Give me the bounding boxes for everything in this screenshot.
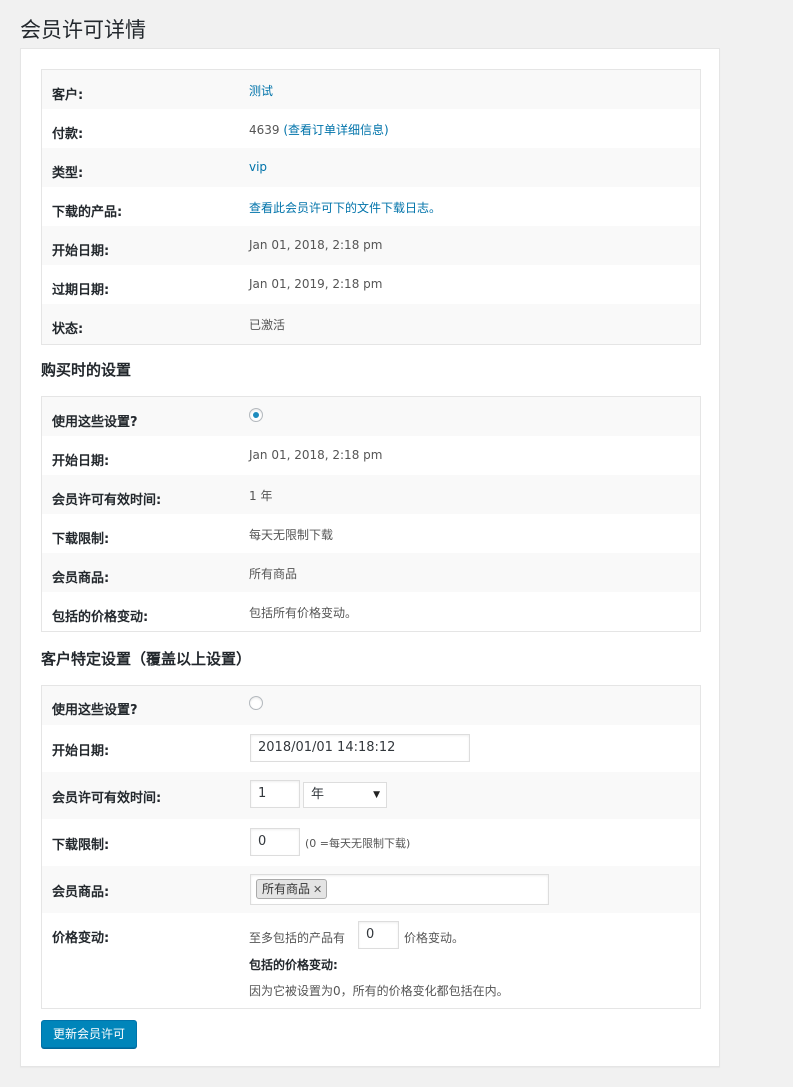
page-title: 会员许可详情 xyxy=(20,18,146,42)
customer-link[interactable]: 测试 xyxy=(249,82,273,99)
customer-row-products: 会员商品: 所有商品 ✕ xyxy=(42,866,700,913)
setting-value: 包括所有价格变动。 xyxy=(249,606,358,620)
payment-id: 4639 xyxy=(249,123,284,137)
purchase-row-products: 会员商品: 所有商品 xyxy=(42,553,700,592)
setting-label: 会员许可有效时间: xyxy=(52,791,162,806)
included-variations-label: 包括的价格变动: xyxy=(249,958,338,972)
setting-label: 会员许可有效时间: xyxy=(52,493,162,508)
detail-row-status: 状态: 已激活 xyxy=(42,304,700,344)
license-details-table: 客户: 测试 付款: 4639 (查看订单详细信息) 类型: vip 下载的产品… xyxy=(41,69,701,345)
variations-suffix: 价格变动。 xyxy=(404,931,465,945)
purchase-settings-title: 购买时的设置 xyxy=(41,361,132,379)
setting-label: 下载限制: xyxy=(52,838,110,853)
use-customer-settings-radio[interactable] xyxy=(249,696,263,710)
setting-label: 价格变动: xyxy=(52,931,110,946)
detail-row-expiry-date: 过期日期: Jan 01, 2019, 2:18 pm xyxy=(42,265,700,304)
setting-label: 会员商品: xyxy=(52,571,110,586)
duration-unit-value: 年 xyxy=(311,787,325,802)
purchase-row-start-date: 开始日期: Jan 01, 2018, 2:18 pm xyxy=(42,436,700,475)
update-license-button[interactable]: 更新会员许可 xyxy=(41,1020,138,1048)
payment-value: 4639 (查看订单详细信息) xyxy=(249,121,389,138)
type-link[interactable]: vip xyxy=(249,160,267,174)
setting-value: 每天无限制下载 xyxy=(249,528,334,542)
customer-row-start-date: 开始日期: 2018/01/01 14:18:12 xyxy=(42,725,700,772)
customer-settings-form: 使用这些设置? 开始日期: 2018/01/01 14:18:12 会员许可有效… xyxy=(41,685,701,1009)
setting-label: 开始日期: xyxy=(52,454,110,469)
customer-row-download-limit: 下载限制: 0 (0 =每天无限制下载) xyxy=(42,819,700,866)
setting-label: 使用这些设置? xyxy=(52,415,138,430)
setting-value: Jan 01, 2018, 2:18 pm xyxy=(249,448,383,462)
status-value: 已激活 xyxy=(249,318,286,332)
customer-settings-title: 客户特定设置（覆盖以上设置） xyxy=(41,650,252,668)
remove-tag-icon[interactable]: ✕ xyxy=(313,883,322,896)
detail-row-customer: 客户: 测试 xyxy=(42,70,700,109)
duration-unit-select[interactable]: 年 ▼ xyxy=(303,782,387,808)
customer-row-variations: 价格变动: 至多包括的产品有 0 价格变动。 包括的价格变动: 因为它被设置为0… xyxy=(42,913,700,1008)
variations-input[interactable]: 0 xyxy=(358,921,399,949)
start-date-input[interactable]: 2018/01/01 14:18:12 xyxy=(250,734,470,762)
variations-prefix: 至多包括的产品有 xyxy=(249,931,346,945)
setting-value: 所有商品 xyxy=(249,567,298,581)
expiry-date-value: Jan 01, 2019, 2:18 pm xyxy=(249,277,383,291)
detail-label: 客户: xyxy=(52,88,84,103)
purchase-settings-table: 使用这些设置? 开始日期: Jan 01, 2018, 2:18 pm 会员许可… xyxy=(41,396,701,632)
download-log-link[interactable]: 查看此会员许可下的文件下载日志。 xyxy=(249,199,441,216)
products-multiselect[interactable]: 所有商品 ✕ xyxy=(250,874,549,905)
detail-label: 下载的产品: xyxy=(52,205,123,220)
setting-label: 使用这些设置? xyxy=(52,703,138,718)
view-order-link[interactable]: (查看订单详细信息) xyxy=(283,123,388,137)
detail-label: 付款: xyxy=(52,127,84,142)
purchase-row-download-limit: 下载限制: 每天无限制下载 xyxy=(42,514,700,553)
detail-row-payment: 付款: 4639 (查看订单详细信息) xyxy=(42,109,700,148)
detail-row-downloads: 下载的产品: 查看此会员许可下的文件下载日志。 xyxy=(42,187,700,226)
license-details-panel: 客户: 测试 付款: 4639 (查看订单详细信息) 类型: vip 下载的产品… xyxy=(20,48,720,1067)
detail-label: 开始日期: xyxy=(52,244,110,259)
duration-input[interactable]: 1 xyxy=(250,780,300,808)
detail-row-type: 类型: vip xyxy=(42,148,700,187)
product-tag: 所有商品 ✕ xyxy=(256,879,328,899)
detail-row-start-date: 开始日期: Jan 01, 2018, 2:18 pm xyxy=(42,226,700,265)
use-purchase-settings-radio[interactable] xyxy=(249,408,263,422)
detail-label: 类型: xyxy=(52,166,84,181)
setting-label: 下载限制: xyxy=(52,532,110,547)
start-date-value: Jan 01, 2018, 2:18 pm xyxy=(249,238,383,252)
included-variations-note: 因为它被设置为0，所有的价格变化都包括在内。 xyxy=(249,984,509,998)
customer-row-duration: 会员许可有效时间: 1 年 ▼ xyxy=(42,772,700,819)
customer-row-use: 使用这些设置? xyxy=(42,686,700,725)
setting-label: 会员商品: xyxy=(52,885,110,900)
setting-label: 开始日期: xyxy=(52,744,110,759)
download-limit-note: (0 =每天无限制下载) xyxy=(305,837,411,850)
chevron-down-icon: ▼ xyxy=(373,790,380,800)
product-tag-label: 所有商品 xyxy=(262,882,311,896)
setting-label: 包括的价格变动: xyxy=(52,610,149,625)
purchase-row-variations: 包括的价格变动: 包括所有价格变动。 xyxy=(42,592,700,631)
download-limit-input[interactable]: 0 xyxy=(250,828,300,856)
setting-value: 1 年 xyxy=(249,489,273,503)
detail-label: 过期日期: xyxy=(52,283,110,298)
purchase-row-use: 使用这些设置? xyxy=(42,397,700,436)
purchase-row-duration: 会员许可有效时间: 1 年 xyxy=(42,475,700,514)
detail-label: 状态: xyxy=(52,322,84,337)
